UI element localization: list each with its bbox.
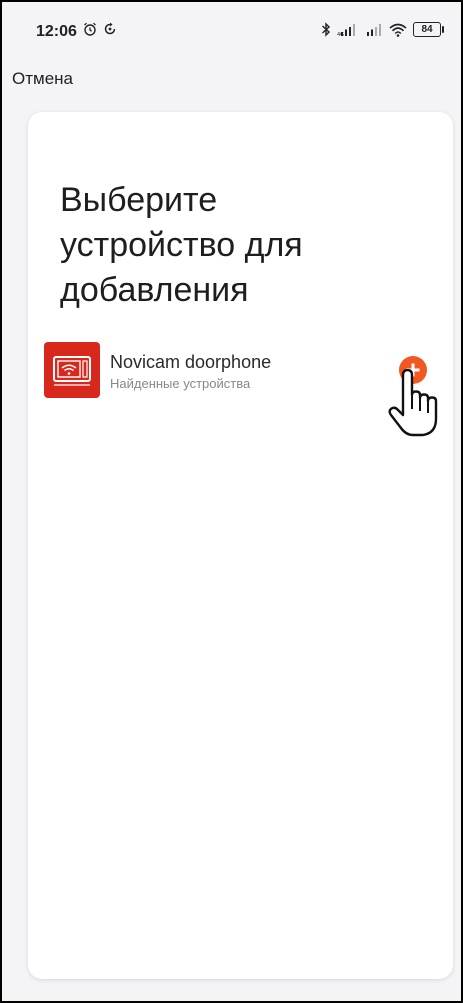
status-bar: 12:06 4G 84 bbox=[2, 2, 461, 62]
alarm-icon bbox=[84, 22, 96, 36]
device-list-item[interactable]: Novicam doorphone Найденные устройства bbox=[44, 341, 436, 401]
device-name: Novicam doorphone bbox=[110, 352, 272, 372]
page-title: Выберите устройство для добавления bbox=[60, 181, 303, 309]
signal-icon bbox=[367, 23, 381, 36]
sync-icon bbox=[104, 22, 116, 35]
device-selection-card: Выберите устройство для добавления Novic… bbox=[28, 112, 453, 979]
device-subtitle: Найденные устройства bbox=[110, 376, 251, 391]
status-right-icons: 4G 84 bbox=[321, 22, 444, 37]
hand-pointer-icon bbox=[388, 369, 438, 437]
battery-icon: 84 bbox=[413, 22, 444, 37]
cancel-button[interactable]: Отмена bbox=[12, 69, 73, 89]
wifi-icon bbox=[389, 23, 407, 37]
doorphone-monitor-icon bbox=[44, 342, 100, 398]
status-left-icons bbox=[83, 22, 117, 36]
bluetooth-icon bbox=[322, 22, 331, 37]
status-time: 12:06 bbox=[36, 23, 77, 40]
svg-text:4G: 4G bbox=[337, 32, 344, 36]
screen: 12:06 4G 84 Отмена Выберите устройство д… bbox=[0, 0, 463, 1003]
signal-icon: 4G bbox=[337, 23, 355, 36]
